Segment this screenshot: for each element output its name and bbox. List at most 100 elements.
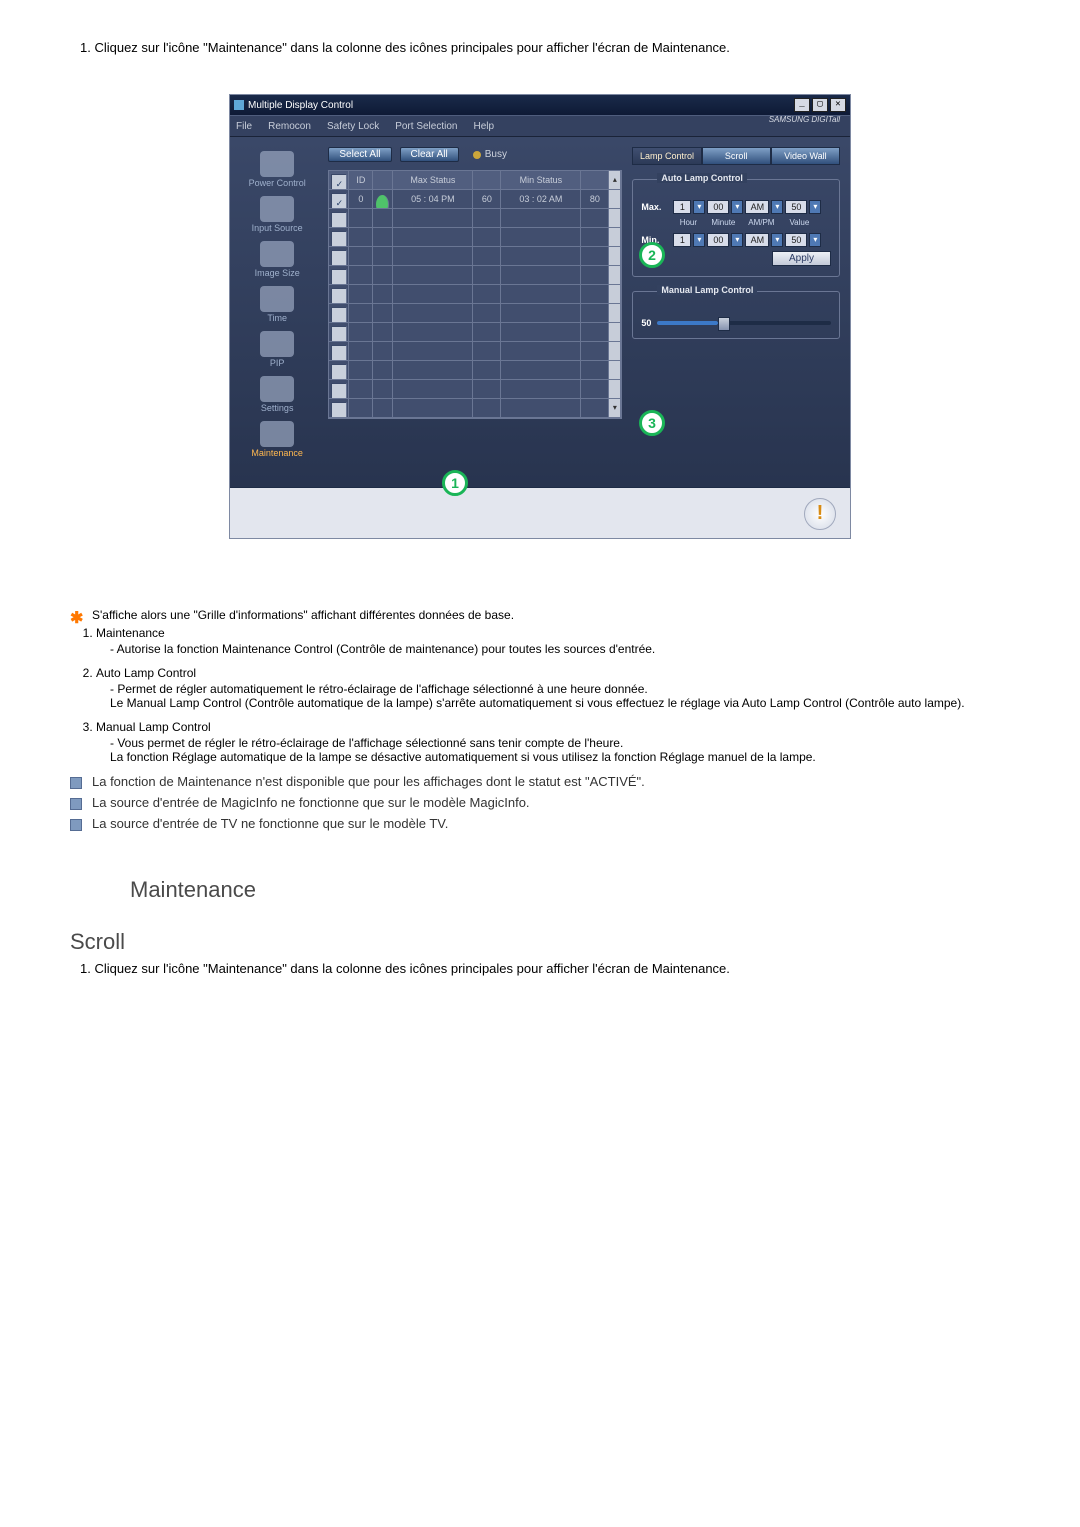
square-icon xyxy=(70,798,82,810)
brightness-slider[interactable] xyxy=(657,321,831,325)
sidebar: Power Control Input Source Image Size Ti… xyxy=(230,137,324,487)
hdr-check xyxy=(329,171,349,190)
callout-2: 2 xyxy=(639,242,665,268)
intro-bottom: 1. Cliquez sur l'icône "Maintenance" dan… xyxy=(80,961,1010,976)
tab-lamp-control[interactable]: Lamp Control xyxy=(632,147,701,165)
nav-time[interactable]: Time xyxy=(230,286,324,323)
row-max-val: 60 xyxy=(473,190,501,209)
dropdown-icon[interactable]: ▾ xyxy=(731,233,743,247)
select-all-button[interactable]: Select All xyxy=(328,147,391,162)
nav-settings[interactable]: Settings xyxy=(230,376,324,413)
hdr-status xyxy=(373,171,393,190)
row-check[interactable] xyxy=(331,193,347,209)
minimize-button[interactable]: _ xyxy=(794,98,810,112)
hdr-maxval xyxy=(473,171,501,190)
square-note: La source d'entrée de TV ne fonctionne q… xyxy=(70,816,1010,831)
min-hour-input[interactable]: 1 xyxy=(673,233,691,247)
scroll-down-icon[interactable]: ▾ xyxy=(609,399,621,418)
min-minute-input[interactable]: 00 xyxy=(707,233,729,247)
section-heading: Maintenance xyxy=(130,877,1010,903)
maximize-button[interactable]: ▢ xyxy=(812,98,828,112)
warning-icon: ! xyxy=(804,498,836,530)
display-table: ID Max Status Min Status ▴ 0 05 : 04 PM … xyxy=(328,170,622,419)
apply-button[interactable]: Apply xyxy=(772,251,831,266)
hdr-id: ID xyxy=(349,171,373,190)
dropdown-icon[interactable]: ▾ xyxy=(693,200,705,214)
tab-video-wall[interactable]: Video Wall xyxy=(771,147,840,165)
maintenance-icon xyxy=(260,421,294,447)
nav-image-size[interactable]: Image Size xyxy=(230,241,324,278)
content-middle: Select All Clear All Busy ID Max Status … xyxy=(324,137,626,487)
status-bar: ! xyxy=(230,487,850,538)
table-header: ID Max Status Min Status ▴ xyxy=(329,171,621,190)
status-icon xyxy=(376,195,389,209)
settings-icon xyxy=(260,376,294,402)
max-row: Max. 1 ▾ 00 ▾ AM ▾ 50 ▾ xyxy=(641,200,831,214)
brand-label: SAMSUNG DIGITall xyxy=(769,115,840,124)
row-min-val: 80 xyxy=(581,190,609,209)
square-note: La fonction de Maintenance n'est disponi… xyxy=(70,774,1010,789)
callout-3: 3 xyxy=(639,410,665,436)
power-icon xyxy=(260,151,294,177)
menu-remocon[interactable]: Remocon xyxy=(268,121,311,132)
dropdown-icon[interactable]: ▾ xyxy=(771,233,783,247)
tab-scroll[interactable]: Scroll xyxy=(702,147,771,165)
intro-top: 1. Cliquez sur l'icône "Maintenance" dan… xyxy=(80,40,1010,55)
check-all[interactable] xyxy=(331,174,347,190)
menu-file[interactable]: File xyxy=(236,121,252,132)
max-minute-input[interactable]: 00 xyxy=(707,200,729,214)
window-controls: _ ▢ ✕ xyxy=(794,98,846,112)
auto-lamp-title: Auto Lamp Control xyxy=(657,173,747,183)
scroll-up-icon[interactable]: ▴ xyxy=(609,171,621,190)
list-item: Auto Lamp Control - Permet de régler aut… xyxy=(96,666,1010,710)
clear-all-button[interactable]: Clear All xyxy=(400,147,459,162)
hdr-min: Min Status xyxy=(501,171,581,190)
sub-heading: Scroll xyxy=(70,929,1010,955)
close-button[interactable]: ✕ xyxy=(830,98,846,112)
right-panel: Lamp Control Scroll Video Wall Auto Lamp… xyxy=(626,137,850,487)
menu-help[interactable]: Help xyxy=(473,121,494,132)
app-window: Multiple Display Control _ ▢ ✕ File Remo… xyxy=(230,95,850,538)
square-icon xyxy=(70,819,82,831)
busy-dot-icon xyxy=(473,151,481,159)
table-row xyxy=(329,304,621,323)
pip-icon xyxy=(260,331,294,357)
max-ampm-input[interactable]: AM xyxy=(745,200,769,214)
slider-thumb-icon[interactable] xyxy=(718,317,730,331)
min-value-input[interactable]: 50 xyxy=(785,233,807,247)
row-id: 0 xyxy=(349,190,373,209)
table-row xyxy=(329,380,621,399)
nav-input-source[interactable]: Input Source xyxy=(230,196,324,233)
max-label: Max. xyxy=(641,202,671,212)
menu-port-selection[interactable]: Port Selection xyxy=(395,121,457,132)
table-row xyxy=(329,209,621,228)
nav-maintenance[interactable]: Maintenance xyxy=(230,421,324,458)
dropdown-icon[interactable]: ▾ xyxy=(693,233,705,247)
auto-lamp-group: Auto Lamp Control Max. 1 ▾ 00 ▾ AM ▾ 50 … xyxy=(632,179,840,277)
table-row xyxy=(329,228,621,247)
dropdown-icon[interactable]: ▾ xyxy=(771,200,783,214)
app-title: Multiple Display Control xyxy=(248,100,353,111)
max-hour-input[interactable]: 1 xyxy=(673,200,691,214)
menu-safety-lock[interactable]: Safety Lock xyxy=(327,121,379,132)
list-item: Manual Lamp Control - Vous permet de rég… xyxy=(96,720,1010,764)
scroll-track[interactable] xyxy=(609,190,621,209)
table-row xyxy=(329,266,621,285)
dropdown-icon[interactable]: ▾ xyxy=(809,233,821,247)
table-row xyxy=(329,285,621,304)
nav-pip[interactable]: PIP xyxy=(230,331,324,368)
min-ampm-input[interactable]: AM xyxy=(745,233,769,247)
max-value-input[interactable]: 50 xyxy=(785,200,807,214)
nav-power-control[interactable]: Power Control xyxy=(230,151,324,188)
menu-bar: File Remocon Safety Lock Port Selection … xyxy=(230,115,850,137)
table-row xyxy=(329,342,621,361)
numbered-list: Maintenance - Autorise la fonction Maint… xyxy=(70,626,1010,764)
callout-1: 1 xyxy=(442,470,468,496)
busy-indicator: Busy xyxy=(473,149,507,160)
square-note: La source d'entrée de MagicInfo ne fonct… xyxy=(70,795,1010,810)
dropdown-icon[interactable]: ▾ xyxy=(809,200,821,214)
table-row[interactable]: 0 05 : 04 PM 60 03 : 02 AM 80 xyxy=(329,190,621,209)
dropdown-icon[interactable]: ▾ xyxy=(731,200,743,214)
manual-lamp-group: Manual Lamp Control 50 xyxy=(632,291,840,339)
app-icon xyxy=(234,100,244,110)
